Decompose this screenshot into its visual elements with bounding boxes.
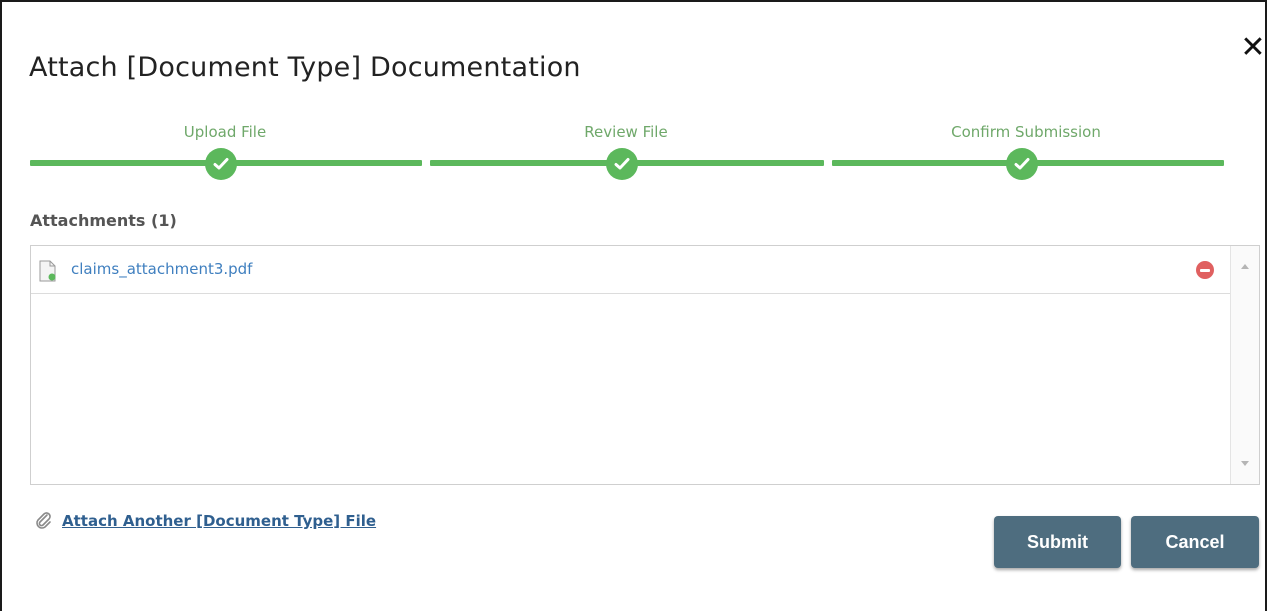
remove-circle-icon[interactable] [1196,261,1214,279]
list-item: claims_attachment3.pdf [31,246,1231,294]
check-icon [606,148,638,180]
attach-another-link[interactable]: Attach Another [Document Type] File [34,511,376,531]
step-label-review: Review File [584,123,668,141]
check-icon [205,148,237,180]
attachments-heading: Attachments (1) [30,211,177,230]
close-icon[interactable]: ✕ [1239,30,1267,66]
scroll-down-icon[interactable] [1241,461,1249,466]
document-icon [39,260,57,282]
attachments-list: claims_attachment3.pdf [30,245,1260,485]
paperclip-icon [34,511,54,531]
scrollbar[interactable] [1230,246,1259,484]
submit-button[interactable]: Submit [994,516,1121,568]
step-label-upload: Upload File [183,123,267,141]
dialog-title: Attach [Document Type] Documentation [29,52,581,83]
step-label-confirm: Confirm Submission [951,123,1101,141]
attach-another-label[interactable]: Attach Another [Document Type] File [62,512,376,530]
check-icon [1006,148,1038,180]
scroll-up-icon[interactable] [1241,264,1249,269]
file-link[interactable]: claims_attachment3.pdf [71,260,252,278]
cancel-button[interactable]: Cancel [1131,516,1259,568]
attach-documentation-dialog: Attach [Document Type] Documentation ✕ U… [0,0,1267,611]
